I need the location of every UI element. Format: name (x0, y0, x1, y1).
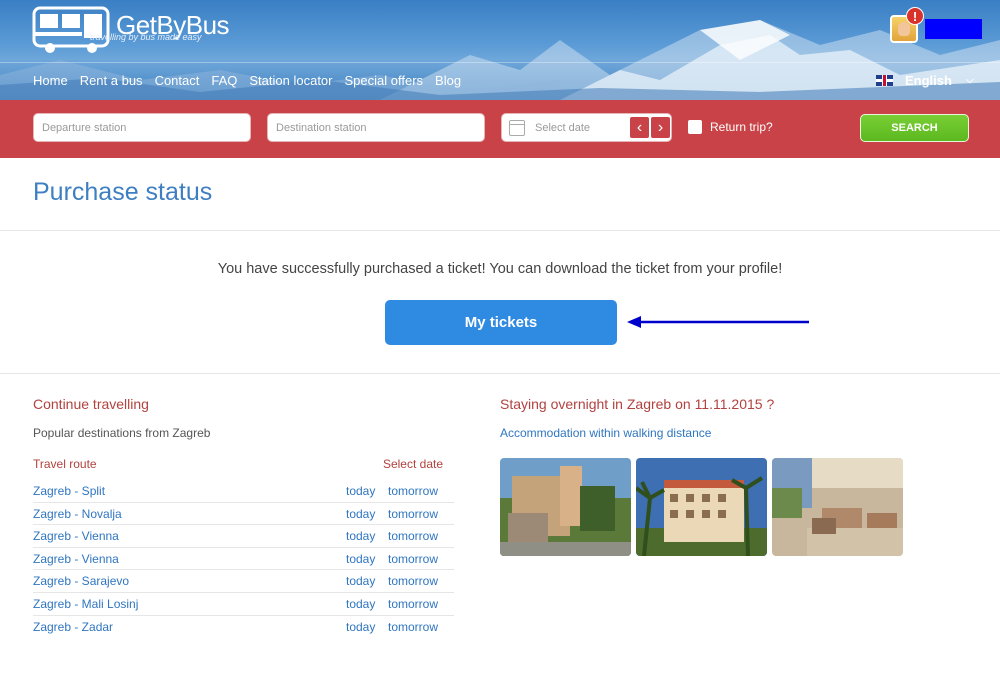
nav-special-offers[interactable]: Special offers (345, 73, 424, 88)
avatar-face-icon (898, 22, 910, 36)
route-tomorrow-link[interactable]: tomorrow (388, 620, 438, 634)
route-today-link[interactable]: today (346, 620, 375, 634)
uk-flag-icon (876, 75, 893, 86)
nav-blog[interactable]: Blog (435, 73, 461, 88)
nav-faq[interactable]: FAQ (211, 73, 237, 88)
date-picker[interactable]: Select date ‹ › (501, 113, 672, 142)
search-button[interactable]: SEARCH (860, 114, 969, 142)
accommodation-photos (500, 458, 903, 556)
popular-destinations-subtitle: Popular destinations from Zagreb (33, 426, 211, 440)
route-tomorrow-link[interactable]: tomorrow (388, 597, 438, 611)
page-title: Purchase status (33, 178, 213, 206)
nav-home[interactable]: Home (33, 73, 68, 88)
route-today-link[interactable]: today (346, 552, 375, 566)
route-link[interactable]: Zagreb - Mali Losinj (33, 597, 138, 611)
route-list: Zagreb - Split today tomorrow Zagreb - N… (33, 480, 454, 638)
date-placeholder: Select date (535, 122, 591, 134)
staying-overnight-title: Staying overnight in Zagreb on 11.11.201… (500, 396, 775, 412)
hotel-photo[interactable] (636, 458, 767, 556)
route-row: Zagreb - Vienna today tomorrow (33, 525, 454, 548)
divider (0, 230, 1000, 231)
accommodation-link[interactable]: Accommodation within walking distance (500, 426, 711, 440)
nav-rent-a-bus[interactable]: Rent a bus (80, 73, 143, 88)
hotel-photo[interactable] (772, 458, 903, 556)
brand-logo[interactable]: GetByBus (32, 6, 230, 54)
route-tomorrow-link[interactable]: tomorrow (388, 507, 438, 521)
next-date-button[interactable]: › (650, 116, 671, 139)
nav-station-locator[interactable]: Station locator (249, 73, 332, 88)
travel-route-header: Travel route (33, 457, 97, 471)
success-message: You have successfully purchased a ticket… (217, 261, 783, 277)
site-header: GetByBus travelling by bus made easy ! H… (0, 0, 1000, 100)
getbybus-page: GetByBus travelling by bus made easy ! H… (0, 0, 1000, 674)
brand-tagline: travelling by bus made easy (90, 32, 202, 42)
search-bar: Select date ‹ › Return trip? SEARCH (0, 100, 1000, 158)
route-row: Zagreb - Mali Losinj today tomorrow (33, 593, 454, 616)
calendar-icon (509, 120, 525, 136)
route-row: Zagreb - Split today tomorrow (33, 480, 454, 503)
route-tomorrow-link[interactable]: tomorrow (388, 529, 438, 543)
return-trip-label: Return trip? (710, 120, 773, 134)
alert-badge-icon[interactable]: ! (906, 7, 924, 25)
return-trip-checkbox[interactable] (688, 120, 702, 134)
route-link[interactable]: Zagreb - Vienna (33, 552, 119, 566)
hotel-photo[interactable] (500, 458, 631, 556)
return-trip-toggle[interactable]: Return trip? (688, 120, 773, 134)
route-today-link[interactable]: today (346, 529, 375, 543)
route-link[interactable]: Zagreb - Sarajevo (33, 574, 129, 588)
route-row: Zagreb - Zadar today tomorrow (33, 616, 454, 639)
nav-contact[interactable]: Contact (155, 73, 200, 88)
route-today-link[interactable]: today (346, 574, 375, 588)
route-tomorrow-link[interactable]: tomorrow (388, 484, 438, 498)
annotation-arrow-icon (627, 316, 809, 328)
route-link[interactable]: Zagreb - Zadar (33, 620, 113, 634)
destination-station-input[interactable] (267, 113, 485, 142)
route-row: Zagreb - Novalja today tomorrow (33, 503, 454, 526)
route-row: Zagreb - Sarajevo today tomorrow (33, 570, 454, 593)
departure-station-input[interactable] (33, 113, 251, 142)
language-label: English (905, 73, 952, 88)
my-tickets-button[interactable]: My tickets (385, 300, 617, 345)
route-today-link[interactable]: today (346, 484, 375, 498)
routes-header: Travel route Select date (33, 457, 443, 471)
route-link[interactable]: Zagreb - Split (33, 484, 105, 498)
route-link[interactable]: Zagreb - Vienna (33, 529, 119, 543)
route-today-link[interactable]: today (346, 597, 375, 611)
chevron-down-icon: ⌵ (965, 75, 974, 86)
route-row: Zagreb - Vienna today tomorrow (33, 548, 454, 571)
language-selector[interactable]: English ⌵ (876, 73, 974, 88)
divider (0, 373, 1000, 374)
route-today-link[interactable]: today (346, 507, 375, 521)
route-tomorrow-link[interactable]: tomorrow (388, 574, 438, 588)
prev-date-button[interactable]: ‹ (629, 116, 650, 139)
continue-travelling-title: Continue travelling (33, 396, 149, 412)
main-nav: Home Rent a bus Contact FAQ Station loca… (0, 62, 1000, 100)
redacted-username[interactable] (925, 19, 982, 39)
route-link[interactable]: Zagreb - Novalja (33, 507, 122, 521)
select-date-header: Select date (382, 457, 443, 471)
bus-icon (32, 6, 110, 53)
route-tomorrow-link[interactable]: tomorrow (388, 552, 438, 566)
